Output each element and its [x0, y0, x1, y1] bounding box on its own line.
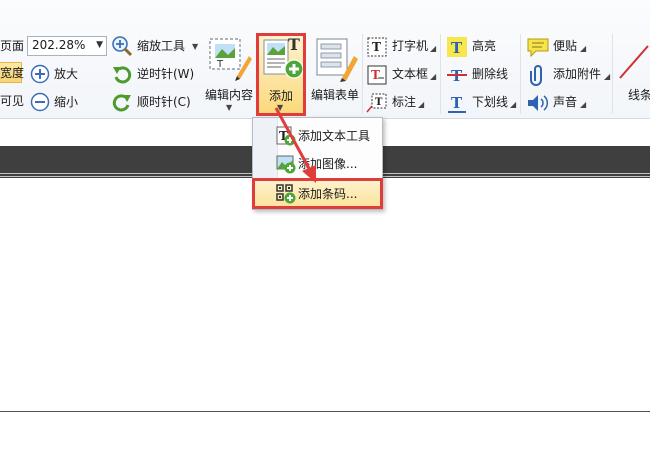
zoom-value: 202.28%: [32, 38, 86, 52]
typewriter-icon[interactable]: T: [366, 36, 388, 58]
typewriter-dropdown-icon[interactable]: ◢: [430, 44, 436, 53]
svg-text:T: T: [375, 97, 383, 108]
svg-text:T: T: [216, 59, 224, 70]
zoom-tool-dropdown-icon[interactable]: ▼: [192, 42, 198, 51]
zoom-out-label[interactable]: 缩小: [54, 94, 78, 110]
sound-dropdown-icon[interactable]: ◢: [580, 100, 586, 109]
strikeout-label[interactable]: 删除线: [472, 66, 508, 82]
rotate-ccw-icon[interactable]: [111, 64, 133, 86]
menu-item-add-barcode[interactable]: 添加条码...: [252, 178, 383, 209]
separator: [612, 34, 613, 114]
callout-label[interactable]: 标注: [392, 94, 416, 110]
fit-width-label[interactable]: 宽度: [0, 65, 24, 81]
menu-item-label: 添加文本工具: [298, 129, 371, 143]
sound-label[interactable]: 声音: [553, 94, 577, 110]
paperclip-icon[interactable]: [528, 64, 548, 86]
sticky-note-label[interactable]: 便贴: [553, 38, 577, 54]
menu-item-add-image[interactable]: 添加图像...: [254, 150, 381, 177]
rotate-ccw-label[interactable]: 逆时针(W): [137, 66, 194, 82]
zoom-tool-label[interactable]: 缩放工具: [137, 38, 185, 54]
strikeout-icon[interactable]: T: [446, 64, 468, 86]
svg-text:T: T: [288, 36, 300, 54]
line-tool-icon[interactable]: [618, 42, 650, 82]
separator: [520, 34, 521, 114]
typewriter-label[interactable]: 打字机: [392, 38, 428, 54]
sticky-dropdown-icon[interactable]: ◢: [580, 44, 586, 53]
svg-text:T: T: [372, 40, 381, 54]
callout-dropdown-icon[interactable]: ◢: [418, 100, 424, 109]
menu-item-label: 添加条码...: [298, 187, 358, 201]
zoom-in-icon[interactable]: [30, 64, 50, 84]
menu-item-add-text-tool[interactable]: T 添加文本工具: [254, 122, 381, 149]
separator: [362, 34, 363, 114]
document-page[interactable]: [0, 186, 650, 412]
fit-visible-label[interactable]: 可见: [0, 93, 24, 109]
textbox-icon[interactable]: T: [366, 64, 388, 86]
toolbar-ribbon: 页面 宽度 可见 202.28% ▼ 放大 缩小 缩放工具 ▼ 逆时针(W) 顺…: [0, 0, 650, 119]
menu-item-label: 添加图像...: [298, 157, 358, 171]
rotate-cw-icon[interactable]: [111, 92, 133, 114]
textbox-label[interactable]: 文本框: [392, 66, 428, 82]
edit-content-label[interactable]: 编辑内容: [205, 86, 253, 103]
edit-content-icon[interactable]: T: [207, 36, 253, 82]
svg-text:T: T: [451, 39, 463, 57]
zoom-in-label[interactable]: 放大: [54, 66, 78, 82]
underline-label[interactable]: 下划线: [472, 94, 508, 110]
sticky-note-icon[interactable]: [526, 36, 550, 58]
chevron-down-icon[interactable]: ▼: [96, 40, 103, 50]
lines-label[interactable]: 线条: [628, 86, 650, 103]
svg-text:T: T: [371, 68, 380, 82]
fit-page-label[interactable]: 页面: [0, 38, 24, 54]
edit-content-dropdown-icon[interactable]: ▼: [226, 103, 232, 112]
edit-form-label[interactable]: 编辑表单: [311, 86, 359, 103]
rotate-cw-label[interactable]: 顺时针(C): [137, 94, 191, 110]
edit-form-icon[interactable]: [314, 36, 360, 82]
qr-code-icon: [276, 184, 296, 204]
separator: [440, 34, 441, 114]
zoom-out-icon[interactable]: [30, 92, 50, 112]
add-label: 添加: [269, 89, 294, 103]
add-image-icon: [276, 155, 296, 174]
zoom-combobox[interactable]: 202.28% ▼: [27, 36, 107, 56]
add-dropdown-icon[interactable]: ▼: [277, 103, 283, 112]
add-content-icon: T: [263, 36, 303, 79]
highlight-label[interactable]: 高亮: [472, 38, 496, 54]
callout-icon[interactable]: T: [366, 92, 388, 114]
attach-dropdown-icon[interactable]: ◢: [604, 72, 610, 81]
highlight-icon[interactable]: T: [446, 36, 468, 58]
add-button[interactable]: T 添加 ▼: [256, 33, 306, 116]
svg-text:T: T: [451, 94, 463, 112]
magnifier-icon[interactable]: [111, 35, 133, 57]
underline-dropdown-icon[interactable]: ◢: [510, 100, 516, 109]
attach-file-label[interactable]: 添加附件: [553, 66, 601, 82]
add-text-icon: T: [276, 126, 296, 146]
speaker-icon[interactable]: [526, 92, 550, 114]
add-dropdown-menu: T 添加文本工具 添加图像... 添加条码...: [252, 117, 383, 210]
underline-icon[interactable]: T: [446, 92, 468, 114]
textbox-dropdown-icon[interactable]: ◢: [430, 72, 436, 81]
